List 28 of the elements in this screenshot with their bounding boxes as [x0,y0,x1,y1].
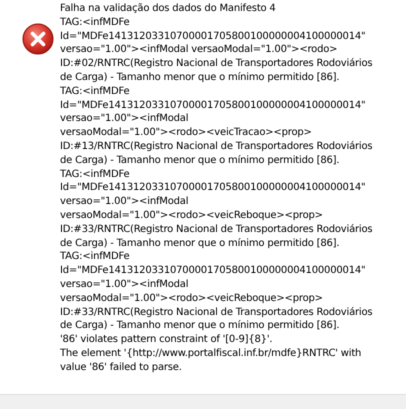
message-line: Falha na validação dos dados do Manifesto 4 [60,2,276,16]
message-line: ID:#02/RNTRC(Registro Nacional de Transportadores Rodoviários [60,57,372,71]
message-line: versao="1.00"><infModal [60,278,188,292]
message-line: ID:#13/RNTRC(Registro Nacional de Transportadores Rodoviários [60,140,372,154]
message-line: TAG:<infMDFe [60,250,130,264]
message-line: versaoModal="1.00"><rodo><veicTracao><prop> [60,126,312,140]
message-line: Id="MDFe14131203310700001705800100000004100000014" [60,98,366,112]
message-line: The element '{http://www.portalfiscal.inf.br/mdfe}RNTRC' with [60,346,362,361]
message-line: Id="MDFe14131203310700001705800100000004100000014" [60,181,366,196]
error-icon [22,23,54,55]
message-line: '86' violates pattern constraint of '[0-9]{8}'. [60,333,272,347]
message-line: versao="1.00"><infModal [60,195,188,209]
message-line: value '86' failed to parse. [60,360,182,375]
message-line: TAG:<infMDFe [60,84,130,99]
message-line: ID:#33/RNTRC(Registro Nacional de Transportadores Rodoviários [60,306,372,320]
message-line: versaoModal="1.00"><rodo><veicReboque><prop> [60,208,323,223]
message-line: Id="MDFe14131203310700001705800100000004100000014" [60,30,366,44]
message-line: versao="1.00"><infModal versaoModal="1.00"><rodo> [60,43,338,58]
message-line: de Carga) - Tamanho menor que o mínimo permitido [86]. [60,70,340,85]
message-line: de Carga) - Tamanho menor que o mínimo permitido [86]. [60,154,340,168]
message-line: ID:#33/RNTRC(Registro Nacional de Transportadores Rodoviários [60,222,372,237]
message-line: de Carga) - Tamanho menor que o mínimo permitido [86]. [60,236,340,250]
message-line: de Carga) - Tamanho menor que o mínimo permitido [86]. [60,319,340,334]
message-line: Id="MDFe14131203310700001705800100000004100000014" [60,264,366,278]
message-line: TAG:<infMDFe [60,168,130,182]
message-line: TAG:<infMDFe [60,16,130,30]
message-line: versaoModal="1.00"><rodo><veicReboque><prop> [60,292,323,306]
message-line: versao="1.00"><infModal [60,112,188,126]
